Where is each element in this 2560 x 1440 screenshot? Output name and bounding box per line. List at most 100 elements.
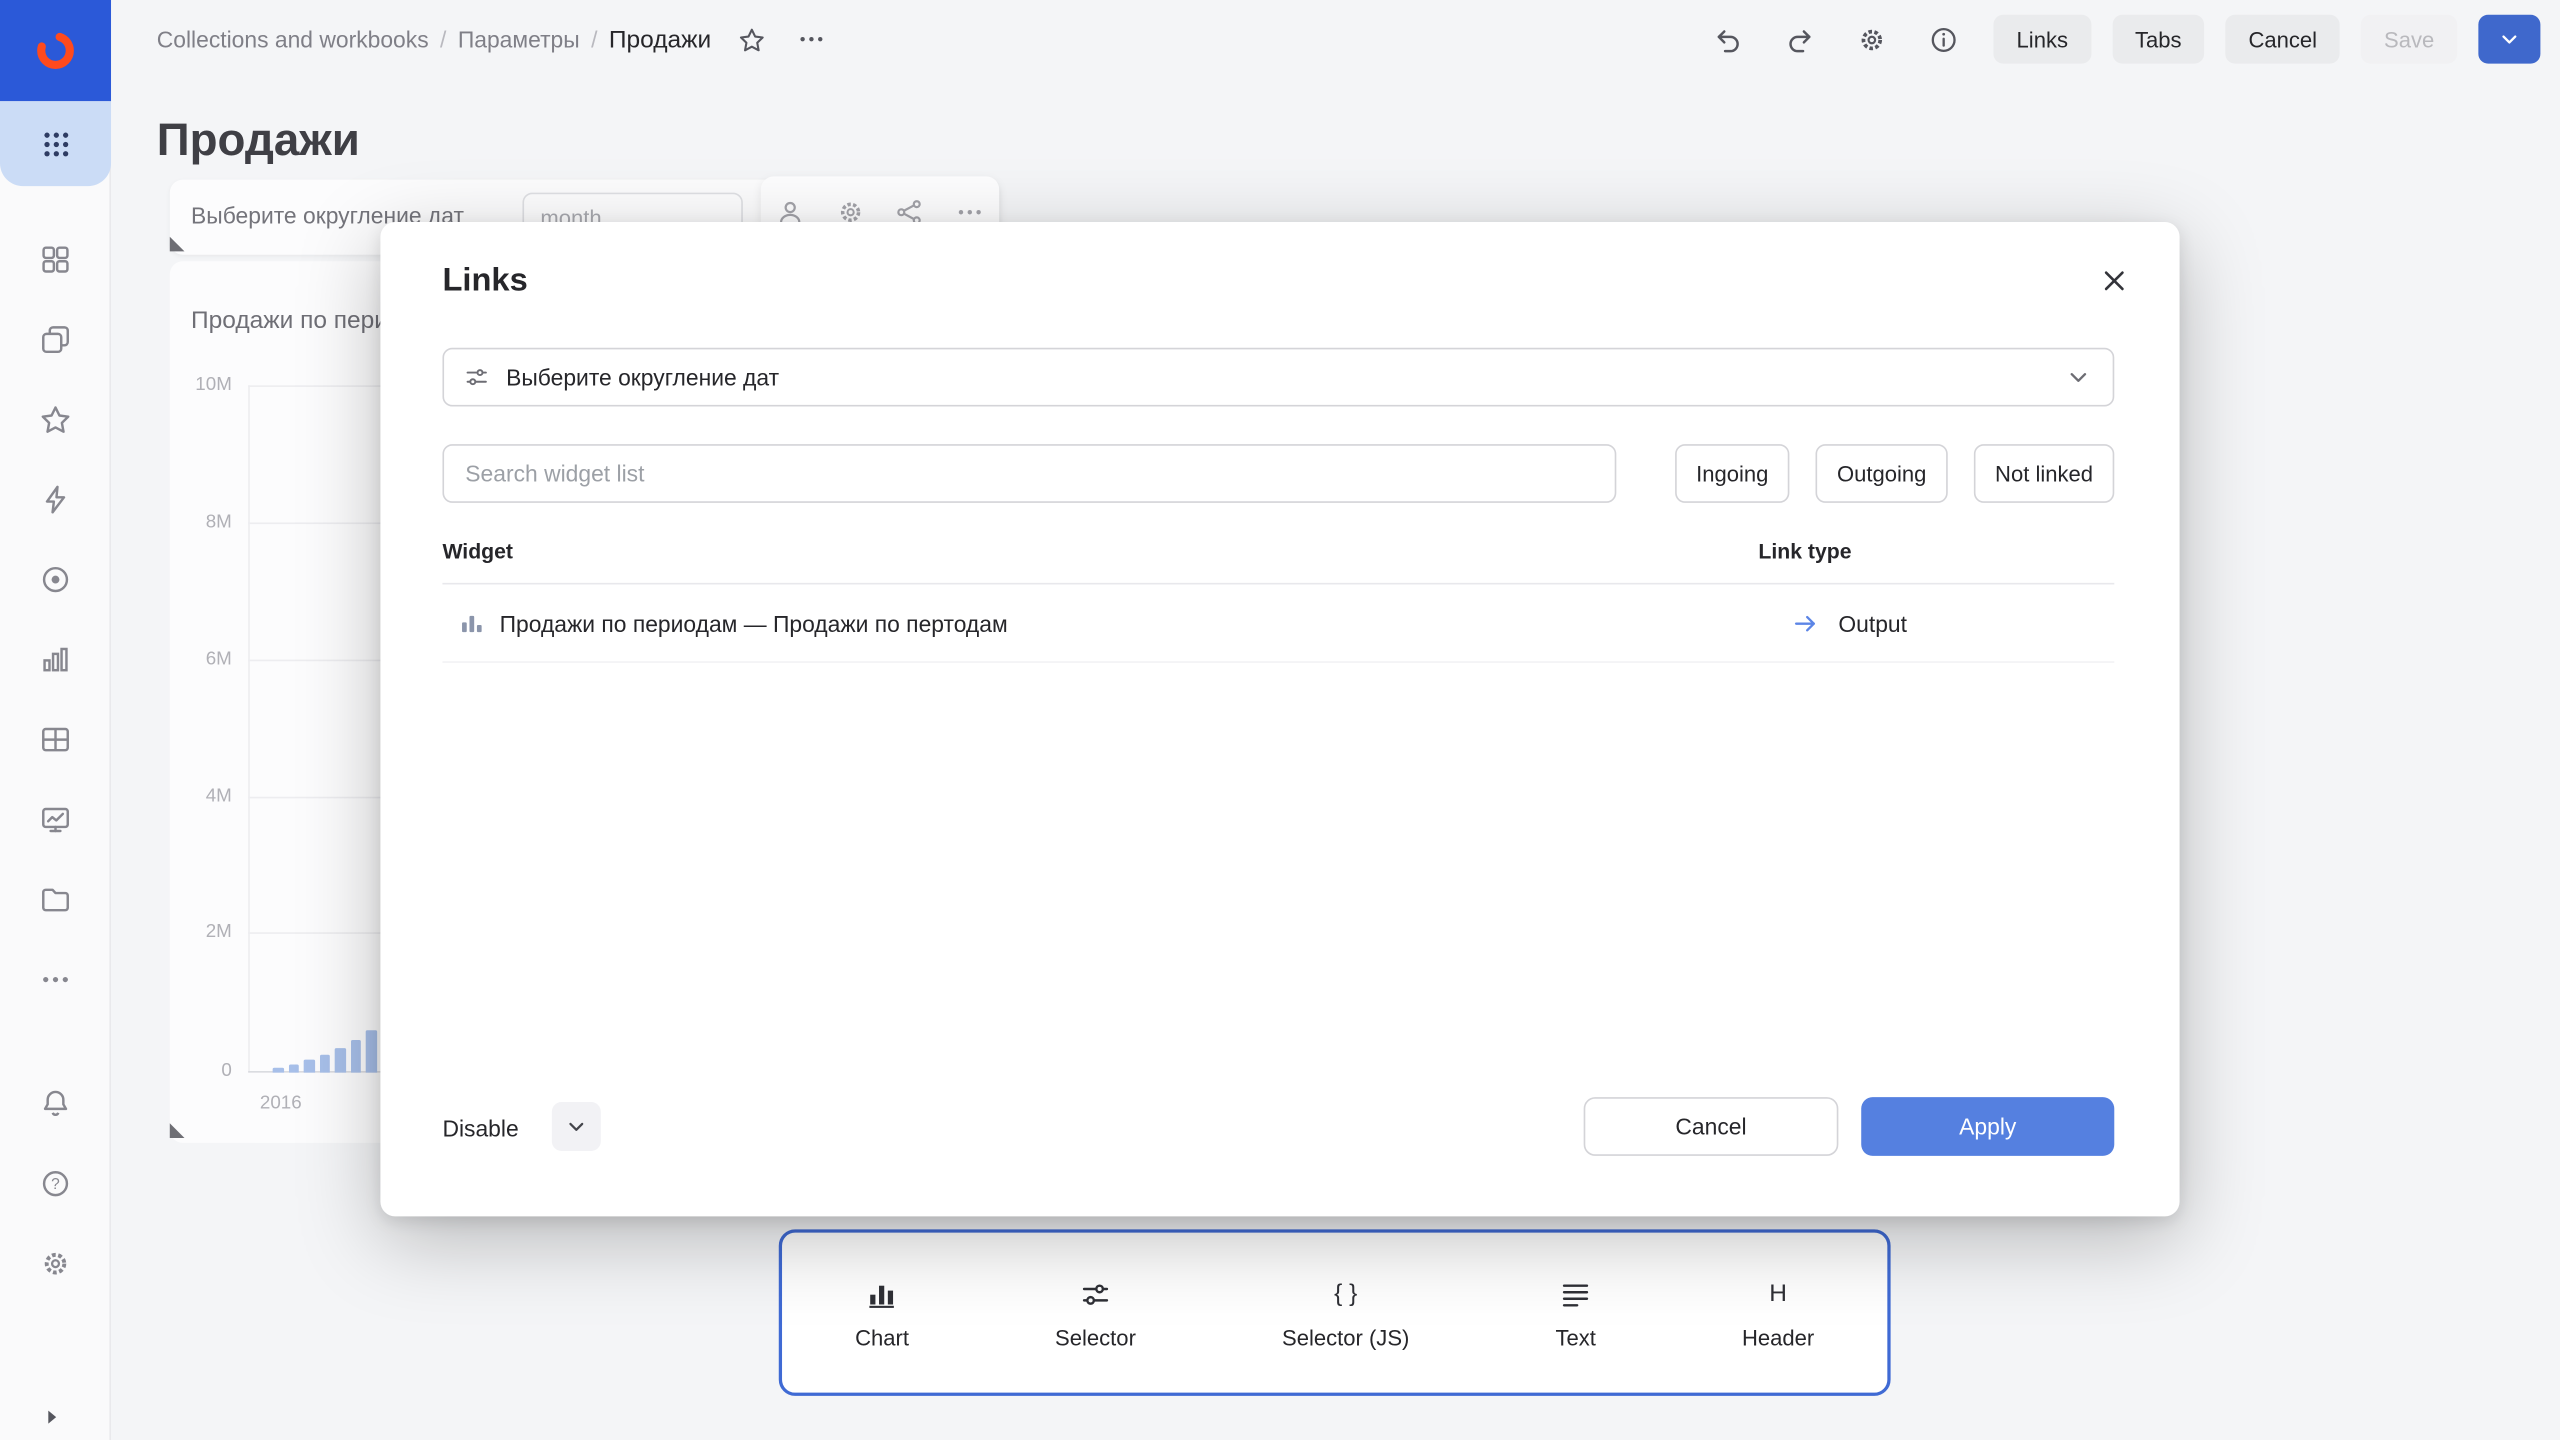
top-bar-actions xyxy=(1710,21,1961,57)
bell-icon[interactable] xyxy=(38,1086,74,1122)
breadcrumb-collections[interactable]: Collections and workbooks xyxy=(157,26,429,52)
search-widget-input[interactable] xyxy=(442,444,1616,503)
y-tick: 10M xyxy=(173,376,232,396)
bar-chart-icon[interactable] xyxy=(38,642,74,678)
x-tick: 2016 xyxy=(245,1094,317,1114)
chart-bar xyxy=(350,1040,361,1073)
breadcrumb-current: Продажи xyxy=(609,25,711,53)
page-title: Продажи xyxy=(157,114,360,166)
sidebar-expand-icon[interactable] xyxy=(39,1404,68,1433)
filter-not-linked-button[interactable]: Not linked xyxy=(1974,444,2114,503)
param-selector-value: Выберите округление дат xyxy=(506,364,779,390)
undo-icon[interactable] xyxy=(1710,21,1746,57)
chevron-down-icon xyxy=(2496,26,2522,52)
disable-button[interactable]: Disable xyxy=(442,1104,518,1153)
sidebar-nav xyxy=(0,242,111,998)
top-bar: Collections and workbooks / Параметры / … xyxy=(111,0,2560,78)
links-dialog: Links Выберите округление дат Ingoing Ou… xyxy=(380,222,2179,1216)
chart-bar xyxy=(304,1060,315,1073)
output-arrow-icon xyxy=(1791,609,1820,638)
y-tick: 0 xyxy=(173,1061,232,1081)
add-chart-label: Chart xyxy=(855,1325,909,1349)
add-text-label: Text xyxy=(1555,1325,1595,1349)
logo-swirl-icon xyxy=(31,26,80,75)
target-icon[interactable] xyxy=(38,562,74,598)
info-icon[interactable] xyxy=(1925,21,1961,57)
links-button[interactable]: Links xyxy=(1994,15,2091,64)
y-tick: 2M xyxy=(173,922,232,942)
more-icon[interactable] xyxy=(38,962,74,998)
favorites-star-icon[interactable] xyxy=(38,402,74,438)
widget-resize-handle[interactable] xyxy=(170,1123,185,1138)
help-icon[interactable]: ? xyxy=(38,1166,74,1202)
sidebar-bottom-nav: ? xyxy=(0,1086,111,1282)
close-icon[interactable] xyxy=(2098,264,2134,300)
param-selector-dropdown[interactable]: Выберите округление дат xyxy=(442,348,2114,407)
chevron-down-icon xyxy=(563,1113,589,1139)
chart-bars xyxy=(273,1024,391,1073)
breadcrumb-separator: / xyxy=(580,26,609,52)
chart-bar xyxy=(273,1068,284,1073)
chart-y-axis xyxy=(248,385,250,1072)
widget-link-row[interactable]: Продажи по периодам — Продажи по пертода… xyxy=(442,584,2114,662)
more-menu-icon[interactable] xyxy=(793,21,829,57)
add-text-button[interactable]: Text xyxy=(1555,1276,1595,1349)
app: ? Collections and workbooks / Параметры … xyxy=(0,0,2560,1440)
text-lines-icon xyxy=(1558,1276,1594,1312)
mini-chart-icon xyxy=(459,610,485,636)
chart-bar xyxy=(366,1030,377,1072)
settings-gear-icon[interactable] xyxy=(38,1246,74,1282)
column-header-link-type: Link type xyxy=(1758,539,1851,563)
add-header-label: Header xyxy=(1742,1325,1814,1349)
redo-icon[interactable] xyxy=(1781,21,1817,57)
apps-grid-icon[interactable] xyxy=(0,101,111,186)
widget-link-label: Продажи по периодам — Продажи по пертода… xyxy=(500,610,1008,636)
svg-text:?: ? xyxy=(51,1176,60,1193)
breadcrumb-parameters[interactable]: Параметры xyxy=(458,26,580,52)
widget-resize-handle[interactable] xyxy=(170,237,185,252)
filter-ingoing-button[interactable]: Ingoing xyxy=(1675,444,1790,503)
favorite-star-icon[interactable] xyxy=(734,21,770,57)
braces-icon: { } xyxy=(1328,1276,1364,1312)
lightning-icon[interactable] xyxy=(38,482,74,518)
disable-dropdown-button[interactable] xyxy=(552,1102,601,1151)
add-selector-label: Selector xyxy=(1055,1325,1136,1349)
sliders-icon xyxy=(1078,1276,1114,1312)
save-dropdown-button[interactable] xyxy=(2478,15,2540,64)
add-selector-js-label: Selector (JS) xyxy=(1282,1325,1409,1349)
link-type-value: Output xyxy=(1838,611,1907,637)
add-chart-button[interactable]: Chart xyxy=(855,1276,909,1349)
sidebar: ? xyxy=(0,0,111,1440)
folder-icon[interactable] xyxy=(38,882,74,918)
collections-icon[interactable] xyxy=(38,322,74,358)
add-selector-button[interactable]: Selector xyxy=(1055,1276,1136,1349)
y-tick: 4M xyxy=(173,787,232,807)
dialog-title: Links xyxy=(442,263,527,301)
monitor-chart-icon[interactable] xyxy=(38,802,74,838)
breadcrumb-separator: / xyxy=(429,26,458,52)
search-and-filters-row: Ingoing Outgoing Not linked xyxy=(442,444,2114,503)
widgets-icon[interactable] xyxy=(38,242,74,278)
cancel-button[interactable]: Cancel xyxy=(2226,15,2340,64)
column-header-widget: Widget xyxy=(442,539,513,563)
chart-bar xyxy=(288,1064,299,1072)
link-type-cell: Output xyxy=(1791,584,1907,662)
chart-bar xyxy=(319,1055,330,1073)
dialog-cancel-button[interactable]: Cancel xyxy=(1584,1097,1839,1156)
add-selector-js-button[interactable]: { } Selector (JS) xyxy=(1282,1276,1409,1349)
table-icon[interactable] xyxy=(38,722,74,758)
dashboard-settings-gear-icon[interactable] xyxy=(1853,21,1889,57)
y-tick: 6M xyxy=(173,650,232,670)
filter-outgoing-button[interactable]: Outgoing xyxy=(1816,444,1948,503)
datalens-logo[interactable] xyxy=(0,0,111,101)
chart-icon xyxy=(864,1276,900,1312)
y-tick: 8M xyxy=(173,513,232,533)
add-header-button[interactable]: H Header xyxy=(1742,1276,1814,1349)
add-widget-panel: Chart Selector { } Selector (JS) Text xyxy=(779,1229,1891,1396)
save-button[interactable]: Save xyxy=(2361,15,2457,64)
header-h-icon: H xyxy=(1760,1276,1796,1312)
tabs-button[interactable]: Tabs xyxy=(2112,15,2204,64)
chart-bar xyxy=(335,1048,346,1072)
dialog-apply-button[interactable]: Apply xyxy=(1861,1097,2114,1156)
chevron-down-icon xyxy=(2064,362,2093,391)
